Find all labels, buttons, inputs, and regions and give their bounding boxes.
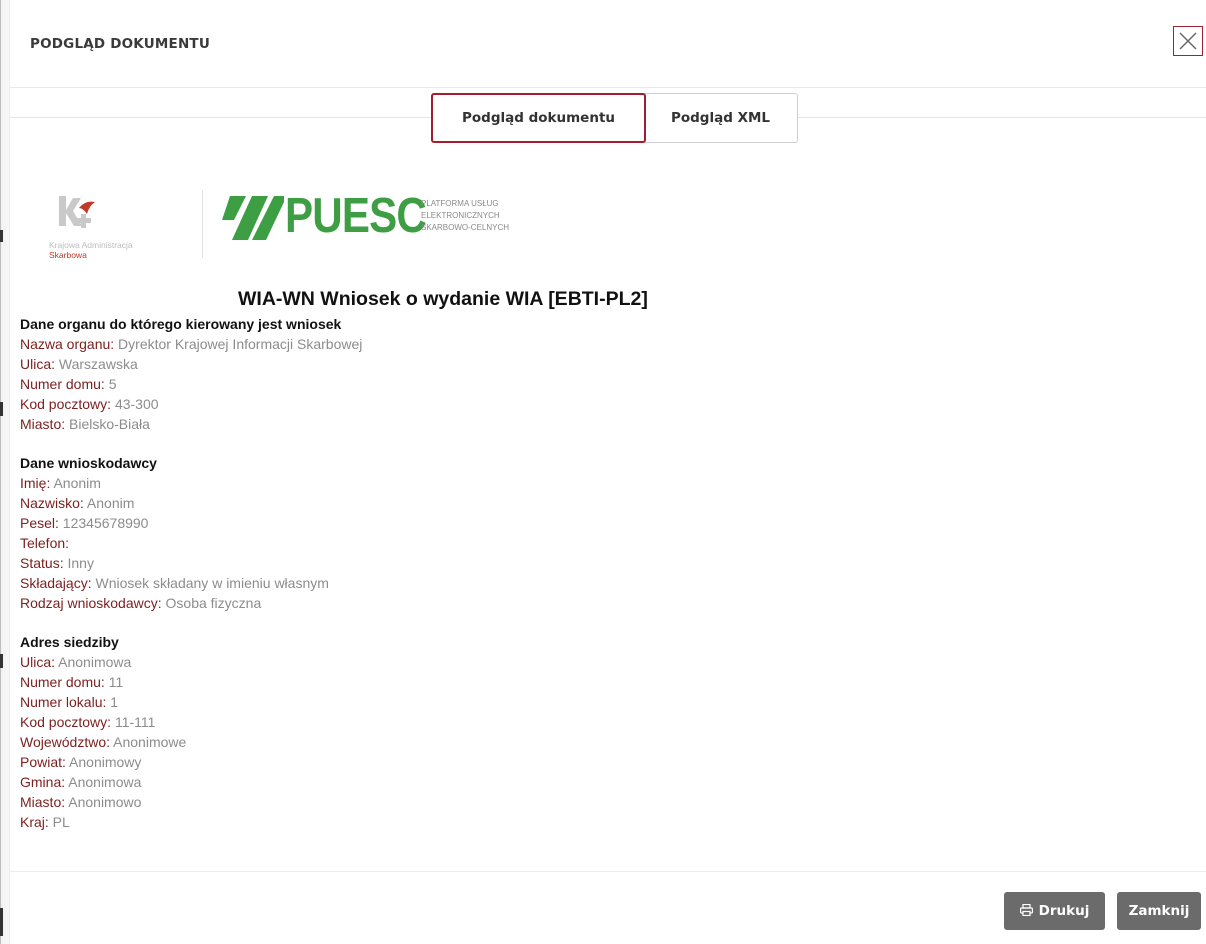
field-row: Nazwa organu: Dyrektor Krajowej Informac…	[20, 336, 363, 352]
field-row: Kod pocztowy: 43-300	[20, 396, 159, 412]
field-row: Telefon:	[20, 535, 70, 551]
puesc-subtitle-line3: SKARBOWO-CELNYCH	[421, 223, 510, 232]
close-icon	[1179, 32, 1197, 50]
background-window-edge	[0, 0, 10, 944]
field-row: Nazwisko: Anonim	[20, 495, 135, 511]
footer-divider	[10, 871, 1206, 872]
close-button[interactable]	[1173, 26, 1203, 56]
logos-header: Krajowa Administracja Skarbowa PUESC PLA…	[47, 186, 567, 266]
section-heading: Dane wnioskodawcy	[20, 455, 157, 471]
field-row: Gmina: Anonimowa	[20, 774, 142, 790]
field-row: Numer lokalu: 1	[20, 694, 119, 710]
field-row: Ulica: Anonimowa	[20, 654, 132, 670]
print-button[interactable]: Drukuj	[1004, 892, 1105, 930]
tab-xml-preview[interactable]: Podgląd XML	[644, 93, 798, 143]
kas-logo: Krajowa Administracja Skarbowa	[47, 190, 187, 260]
printer-icon	[1019, 903, 1033, 916]
field-row: Województwo: Anonimowe	[20, 734, 187, 750]
puesc-subtitle-line1: PLATFORMA USŁUG	[421, 199, 499, 208]
section-address: Adres siedziby Ulica: Anonimowa Numer do…	[20, 632, 186, 832]
field-row: Status: Inny	[20, 555, 94, 571]
field-row: Kod pocztowy: 11-111	[20, 714, 156, 730]
field-row: Ulica: Warszawska	[20, 356, 138, 372]
field-row: Numer domu: 5	[20, 376, 117, 392]
section-heading: Dane organu do którego kierowany jest wn…	[20, 316, 342, 332]
tab-document-preview[interactable]: Podgląd dokumentu	[431, 93, 646, 143]
section-applicant: Dane wnioskodawcy Imię: Anonim Nazwisko:…	[20, 453, 329, 613]
close-dialog-button[interactable]: Zamknij	[1117, 892, 1201, 930]
kas-logo-text-line1: Krajowa Administracja	[49, 240, 133, 250]
field-row: Imię: Anonim	[20, 475, 101, 491]
section-authority: Dane organu do którego kierowany jest wn…	[20, 314, 362, 434]
field-row: Powiat: Anonimowy	[20, 754, 142, 770]
modal-header: PODGLĄD DOKUMENTU	[10, 0, 1206, 88]
puesc-logo-subtitle: PLATFORMA USŁUG ELEKTRONICZNYCH SKARBOWO…	[421, 198, 509, 234]
field-row: Numer domu: 11	[20, 674, 124, 690]
field-row: Składający: Wniosek składany w imieniu w…	[20, 575, 329, 591]
document-preview-modal: PODGLĄD DOKUMENTU Podgląd dokumentu Podg…	[10, 0, 1206, 944]
print-button-label: Drukuj	[1038, 903, 1090, 919]
field-row: Miasto: Bielsko-Biała	[20, 416, 150, 432]
field-row: Kraj: PL	[20, 814, 70, 830]
puesc-logo-text: PUESC	[285, 189, 427, 243]
field-row: Rodzaj wnioskodawcy: Osoba fizyczna	[20, 595, 262, 611]
field-row: Pesel: 12345678990	[20, 515, 149, 531]
modal-title: PODGLĄD DOKUMENTU	[30, 36, 211, 52]
kas-logo-text-line2: Skarbowa	[49, 250, 87, 260]
puesc-subtitle-line2: ELEKTRONICZNYCH	[421, 211, 500, 220]
field-row: Miasto: Anonimowo	[20, 794, 142, 810]
logo-separator	[202, 190, 203, 258]
document-title: WIA-WN Wniosek o wydanie WIA [EBTI-PL2]	[238, 288, 648, 310]
puesc-stripes-icon	[222, 196, 284, 240]
section-heading: Adres siedziby	[20, 634, 119, 650]
kas-emblem-icon	[59, 196, 95, 228]
